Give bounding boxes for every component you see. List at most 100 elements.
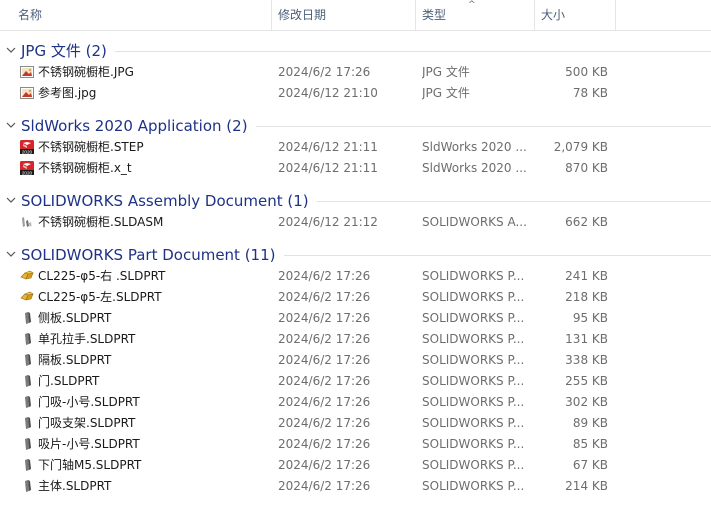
file-row[interactable]: 单孔拉手.SLDPRT 2024/6/2 17:26 SOLIDWORKS P...… — [0, 329, 711, 350]
jpg-image-icon — [19, 85, 35, 101]
file-row[interactable]: 隔板.SLDPRT 2024/6/2 17:26 SOLIDWORKS P... 33… — [0, 350, 711, 371]
file-modified-date: 2024/6/2 17:26 — [278, 458, 371, 472]
group-title[interactable]: JPG 文件 (2) — [21, 41, 107, 61]
file-type: SOLIDWORKS P... — [422, 374, 525, 388]
file-name[interactable]: 门.SLDPRT — [38, 371, 273, 392]
file-name[interactable]: 不锈钢碗橱柜.SLDASM — [38, 212, 273, 233]
file-type: SOLIDWORKS P... — [422, 479, 525, 493]
sldworks-2020-icon: 2020 — [19, 139, 35, 155]
file-row[interactable]: 主体.SLDPRT 2024/6/2 17:26 SOLIDWORKS P... 21… — [0, 476, 711, 497]
chevron-down-icon[interactable] — [6, 119, 16, 129]
part-thumbnail-icon — [19, 394, 35, 410]
column-divider[interactable] — [615, 0, 616, 30]
file-row[interactable]: CL225-φ5-左.SLDPRT 2024/6/2 17:26 SOLIDWORK… — [0, 287, 711, 308]
file-type: SOLIDWORKS A... — [422, 215, 527, 229]
file-row[interactable]: 不锈钢碗橱柜.JPG 2024/6/2 17:26 JPG 文件 500 KB — [0, 62, 711, 83]
file-name[interactable]: 侧板.SLDPRT — [38, 308, 273, 329]
file-row[interactable]: 下门轴M5.SLDPRT 2024/6/2 17:26 SOLIDWORKS P..… — [0, 455, 711, 476]
jpg-image-icon — [19, 64, 35, 80]
file-type: SOLIDWORKS P... — [422, 269, 525, 283]
file-type: SOLIDWORKS P... — [422, 311, 525, 325]
sldworks-2020-icon: 2020 — [19, 160, 35, 176]
file-row[interactable]: 门吸-小号.SLDPRT 2024/6/2 17:26 SOLIDWORKS P..… — [0, 392, 711, 413]
file-name[interactable]: 吸片-小号.SLDPRT — [38, 434, 273, 455]
file-row[interactable]: 2020 不锈钢碗橱柜.STEP 2024/6/12 21:11 SldWorks 2… — [0, 137, 711, 158]
file-size: 89 KB — [572, 416, 608, 430]
part-thumbnail-icon — [19, 478, 35, 494]
file-row[interactable]: CL225-φ5-右 .SLDPRT 2024/6/2 17:26 SOLIDWOR… — [0, 266, 711, 287]
file-size: 131 KB — [565, 332, 608, 346]
file-modified-date: 2024/6/2 17:26 — [278, 479, 371, 493]
file-row[interactable]: 侧板.SLDPRT 2024/6/2 17:26 SOLIDWORKS P... 95… — [0, 308, 711, 329]
file-modified-date: 2024/6/2 17:26 — [278, 353, 371, 367]
file-row[interactable]: 吸片-小号.SLDPRT 2024/6/2 17:26 SOLIDWORKS P..… — [0, 434, 711, 455]
file-type: SOLIDWORKS P... — [422, 353, 525, 367]
file-name[interactable]: CL225-φ5-左.SLDPRT — [38, 287, 273, 308]
file-type: JPG 文件 — [422, 86, 470, 100]
file-row[interactable]: 门吸支架.SLDPRT 2024/6/2 17:26 SOLIDWORKS P...… — [0, 413, 711, 434]
file-size: 78 KB — [572, 86, 608, 100]
file-row[interactable]: 不锈钢碗橱柜.SLDASM 2024/6/12 21:12 SOLIDWORKS A… — [0, 212, 711, 233]
column-header-size[interactable]: 大小 — [535, 0, 615, 30]
group-header[interactable]: JPG 文件 (2) — [0, 40, 711, 62]
file-name[interactable]: 参考图.jpg — [38, 83, 273, 104]
chevron-down-icon[interactable] — [6, 248, 16, 258]
file-name[interactable]: 不锈钢碗橱柜.JPG — [38, 62, 273, 83]
file-name[interactable]: 单孔拉手.SLDPRT — [38, 329, 273, 350]
file-type: SOLIDWORKS P... — [422, 458, 525, 472]
file-size: 2,079 KB — [553, 140, 608, 154]
group-header[interactable]: SldWorks 2020 Application (2) — [0, 115, 711, 137]
part-thumbnail-icon — [19, 415, 35, 431]
file-size: 338 KB — [565, 353, 608, 367]
part-thumbnail-icon — [19, 310, 35, 326]
file-row[interactable]: 2020 不锈钢碗橱柜.x_t 2024/6/12 21:11 SldWorks 20… — [0, 158, 711, 179]
file-row[interactable]: 门.SLDPRT 2024/6/2 17:26 SOLIDWORKS P... 255… — [0, 371, 711, 392]
file-name[interactable]: 隔板.SLDPRT — [38, 350, 273, 371]
group-title[interactable]: SldWorks 2020 Application (2) — [21, 116, 248, 136]
file-modified-date: 2024/6/2 17:26 — [278, 332, 371, 346]
file-modified-date: 2024/6/12 21:11 — [278, 140, 378, 154]
file-name[interactable]: 门吸支架.SLDPRT — [38, 413, 273, 434]
part-thumbnail-icon — [19, 331, 35, 347]
part-thumbnail-icon — [19, 373, 35, 389]
file-name[interactable]: 主体.SLDPRT — [38, 476, 273, 497]
file-name[interactable]: CL225-φ5-右 .SLDPRT — [38, 266, 273, 287]
file-size: 95 KB — [572, 311, 608, 325]
file-size: 67 KB — [572, 458, 608, 472]
file-type: SOLIDWORKS P... — [422, 332, 525, 346]
assembly-thumbnail-icon — [19, 214, 35, 230]
group-title[interactable]: SOLIDWORKS Part Document (11) — [21, 245, 276, 265]
file-name[interactable]: 门吸-小号.SLDPRT — [38, 392, 273, 413]
group-title[interactable]: SOLIDWORKS Assembly Document (1) — [21, 191, 309, 211]
file-type: SOLIDWORKS P... — [422, 290, 525, 304]
file-modified-date: 2024/6/12 21:12 — [278, 215, 378, 229]
file-name[interactable]: 不锈钢碗橱柜.x_t — [38, 158, 273, 179]
part-thumbnail-icon — [19, 289, 35, 305]
file-type: SOLIDWORKS P... — [422, 437, 525, 451]
file-type: SldWorks 2020 ... — [422, 161, 527, 175]
file-modified-date: 2024/6/2 17:26 — [278, 269, 371, 283]
sort-ascending-icon: ^ — [468, 0, 476, 10]
file-row[interactable]: 参考图.jpg 2024/6/12 21:10 JPG 文件 78 KB — [0, 83, 711, 104]
chevron-down-icon[interactable] — [6, 44, 16, 54]
file-modified-date: 2024/6/12 21:10 — [278, 86, 378, 100]
file-type: SldWorks 2020 ... — [422, 140, 527, 154]
svg-text:2020: 2020 — [22, 170, 33, 175]
group-header[interactable]: SOLIDWORKS Part Document (11) — [0, 244, 711, 266]
part-thumbnail-icon — [19, 457, 35, 473]
svg-text:2020: 2020 — [22, 149, 33, 154]
group-header[interactable]: SOLIDWORKS Assembly Document (1) — [0, 190, 711, 212]
column-header-date[interactable]: 修改日期 — [272, 0, 415, 30]
file-type: SOLIDWORKS P... — [422, 395, 525, 409]
file-size: 241 KB — [565, 269, 608, 283]
file-modified-date: 2024/6/2 17:26 — [278, 311, 371, 325]
file-modified-date: 2024/6/2 17:26 — [278, 395, 371, 409]
file-name[interactable]: 不锈钢碗橱柜.STEP — [38, 137, 273, 158]
file-modified-date: 2024/6/2 17:26 — [278, 437, 371, 451]
column-header-name[interactable]: 名称 — [12, 0, 272, 30]
file-name[interactable]: 下门轴M5.SLDPRT — [38, 455, 273, 476]
chevron-down-icon[interactable] — [6, 194, 16, 204]
file-size: 214 KB — [565, 479, 608, 493]
file-type: SOLIDWORKS P... — [422, 416, 525, 430]
file-explorer-details-view: 名称 修改日期 类型 ^ 大小 JPG 文件 (2) 不锈钢碗橱柜.JPG 2024… — [0, 0, 711, 509]
